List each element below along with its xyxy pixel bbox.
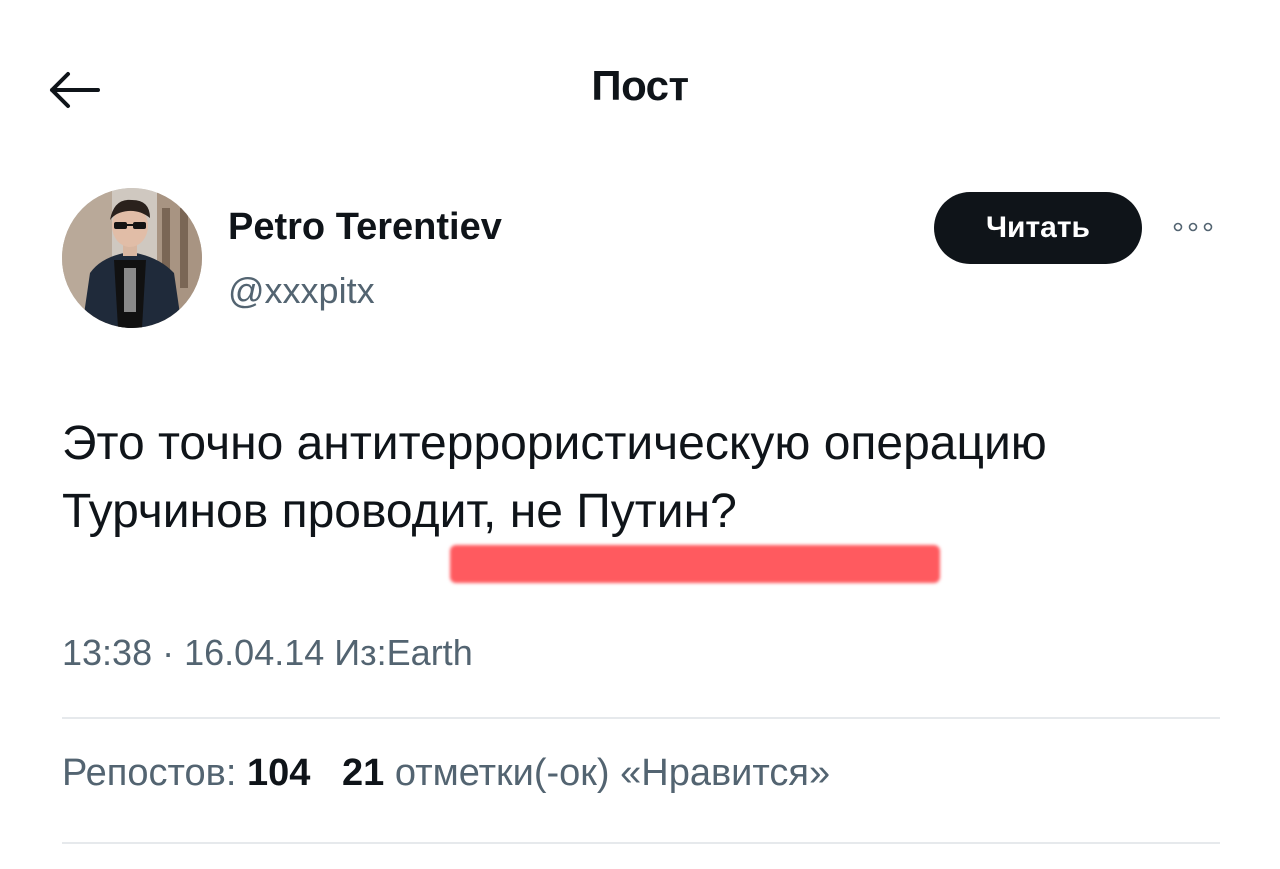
likes-label[interactable]: отметки(-ок) «Нравится» [395,752,830,794]
author-handle[interactable]: @xxxpitx [228,270,375,312]
author-row: Petro Terentiev @xxxpitx Читать [62,188,1222,333]
author-name[interactable]: Petro Terentiev [228,206,502,249]
follow-button[interactable]: Читать [934,192,1142,264]
tweet-source: Из:Earth [334,632,473,673]
more-dots-icon[interactable] [1168,212,1218,242]
tweet-time[interactable]: 13:38 [62,632,152,673]
tweet-stats: Репостов: 104 21 отметки(-ок) «Нравится» [62,752,830,795]
page-title: Пост [591,62,689,109]
tweet-line-2: Турчинов проводит, не Путин? [62,485,737,538]
divider-bottom [62,842,1220,844]
tweet-text: Это точно антитеррористическую операцию … [62,410,1242,546]
reposts-count[interactable]: 104 [247,752,310,794]
avatar-image [62,188,202,328]
red-highlight-mark [450,545,940,583]
divider-top [62,717,1220,719]
tweet-line-1: Это точно антитеррористическую операцию [62,417,1047,470]
reposts-label: Репостов: [62,752,237,794]
meta-separator: · [162,632,175,673]
top-bar: Пост [0,0,1280,170]
tweet-date[interactable]: 16.04.14 [184,632,324,673]
likes-count[interactable]: 21 [342,752,384,794]
avatar[interactable] [62,188,202,328]
tweet-meta: 13:38 · 16.04.14 Из:Earth [62,632,473,674]
